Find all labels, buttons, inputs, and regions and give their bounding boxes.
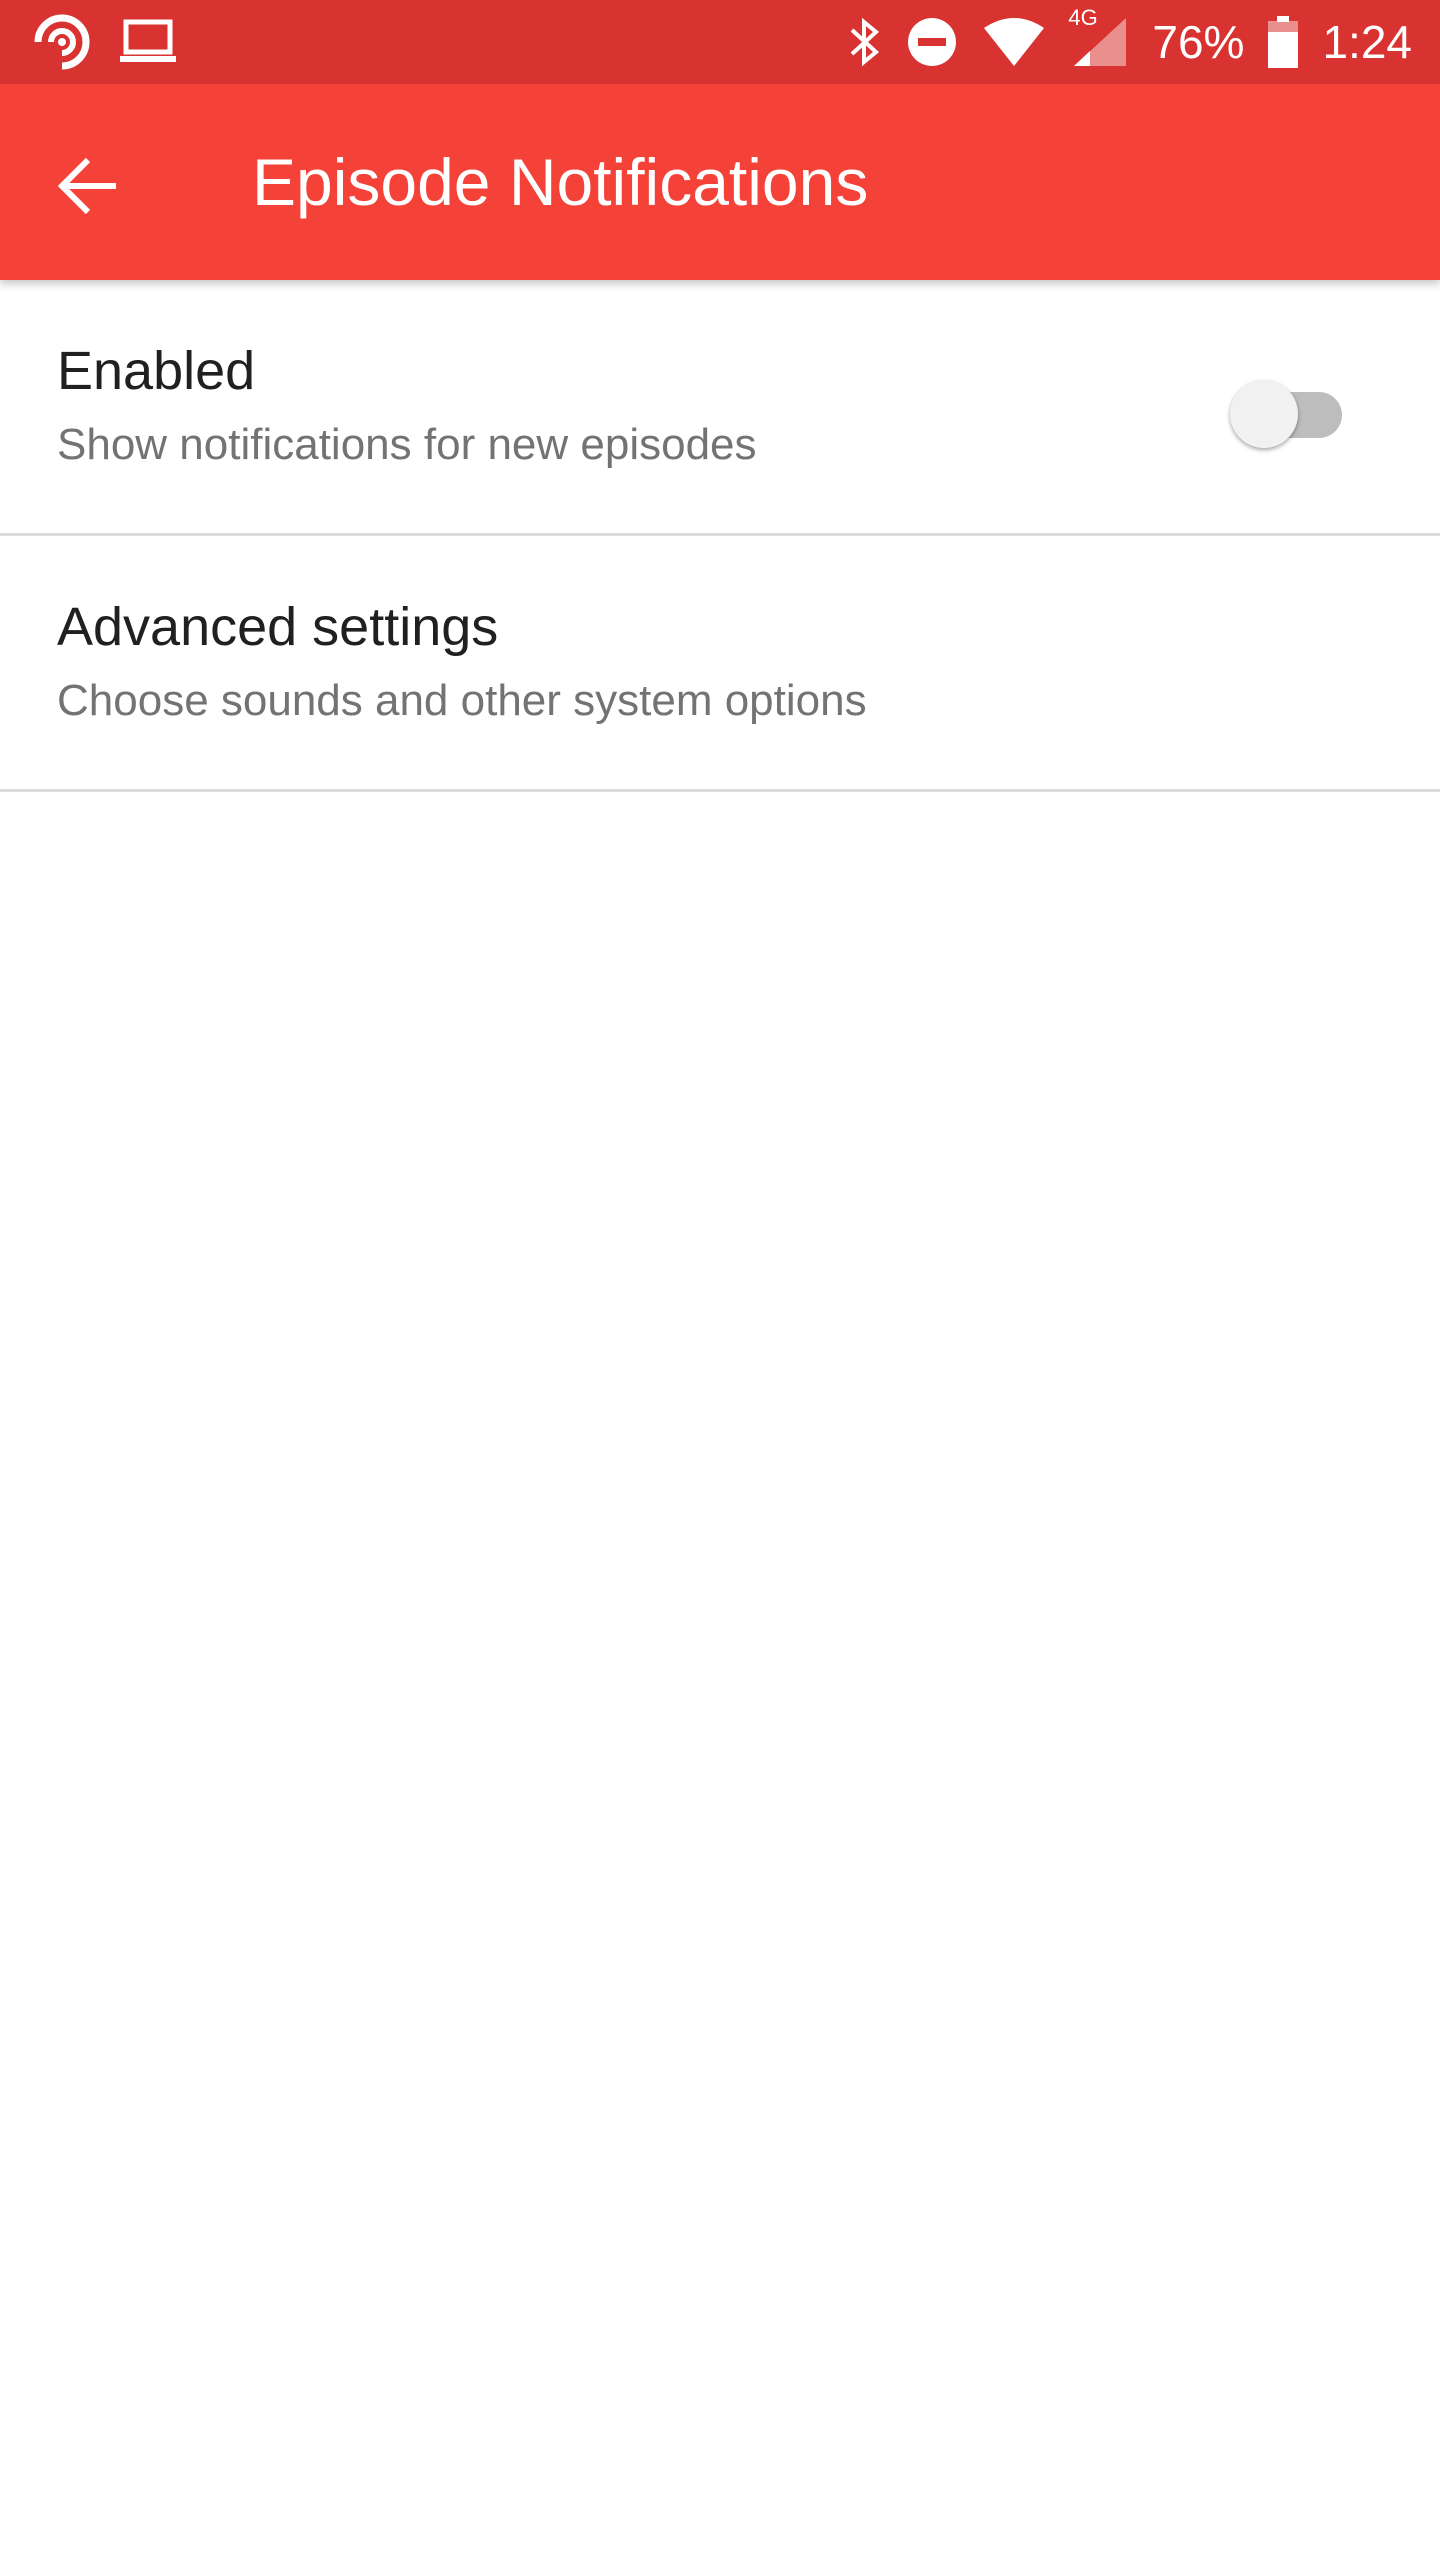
enabled-toggle[interactable] (1226, 368, 1350, 448)
settings-list: Enabled Show notifications for new episo… (0, 280, 1440, 792)
cellular-signal-icon: 4G (1068, 6, 1128, 68)
status-bar-right: 4G 76% 1:24 (848, 6, 1412, 70)
wifi-icon (982, 16, 1046, 68)
status-bar: 4G 76% 1:24 (0, 0, 1440, 84)
setting-advanced-summary: Choose sounds and other system options (57, 676, 867, 725)
battery-icon (1268, 16, 1299, 68)
arrow-back-icon (56, 154, 120, 218)
do-not-disturb-icon (906, 16, 958, 68)
bluetooth-icon (848, 16, 882, 68)
pocket-casts-icon (34, 14, 90, 70)
toggle-thumb (1230, 380, 1298, 448)
page-title: Episode Notifications (252, 145, 869, 219)
screen: 4G 76% 1:24 Episode Notifications Enable… (0, 0, 1440, 2560)
setting-enabled[interactable]: Enabled Show notifications for new episo… (0, 280, 1440, 536)
setting-advanced-title: Advanced settings (57, 597, 499, 657)
battery-percent: 76% (1152, 16, 1245, 68)
back-button[interactable] (40, 138, 136, 234)
network-type-label: 4G (1068, 5, 1098, 30)
setting-advanced[interactable]: Advanced settings Choose sounds and othe… (0, 536, 1440, 792)
setting-enabled-summary: Show notifications for new episodes (57, 420, 757, 469)
setting-enabled-title: Enabled (57, 341, 256, 401)
app-bar: Episode Notifications (0, 84, 1440, 280)
laptop-icon (118, 18, 178, 66)
clock: 1:24 (1322, 16, 1412, 68)
status-bar-left (34, 14, 178, 70)
